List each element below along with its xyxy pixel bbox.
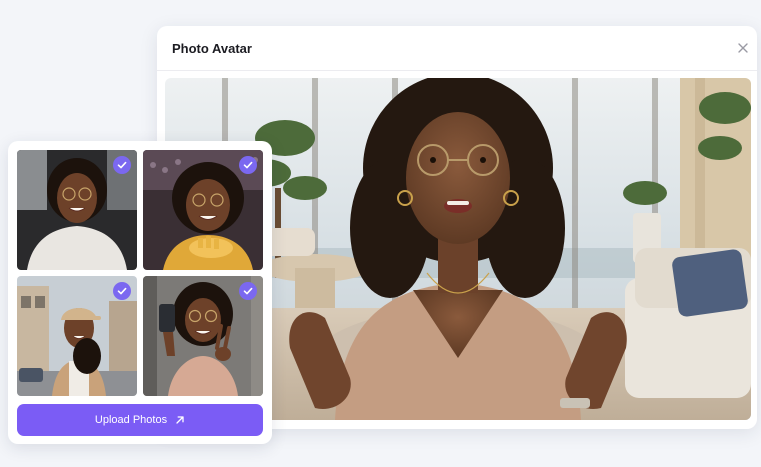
arrow-up-right-icon [175, 415, 185, 425]
upload-photos-card: Upload Photos [8, 141, 272, 444]
upload-photos-button[interactable]: Upload Photos [17, 404, 263, 436]
modal-title: Photo Avatar [172, 41, 252, 56]
photo-thumbnail-3[interactable] [17, 276, 137, 396]
selected-check-badge [113, 156, 131, 174]
close-icon [738, 43, 748, 53]
selected-check-badge [239, 156, 257, 174]
check-icon [117, 287, 127, 295]
photo-thumbnail-4[interactable] [143, 276, 263, 396]
check-icon [243, 161, 253, 169]
close-button[interactable] [735, 40, 751, 56]
check-icon [117, 161, 127, 169]
modal-header: Photo Avatar [157, 26, 757, 71]
photo-thumbnail-2[interactable] [143, 150, 263, 270]
upload-photos-label: Upload Photos [94, 414, 168, 426]
selected-check-badge [239, 282, 257, 300]
selected-check-badge [113, 282, 131, 300]
check-icon [243, 287, 253, 295]
photo-thumbnail-1[interactable] [17, 150, 137, 270]
